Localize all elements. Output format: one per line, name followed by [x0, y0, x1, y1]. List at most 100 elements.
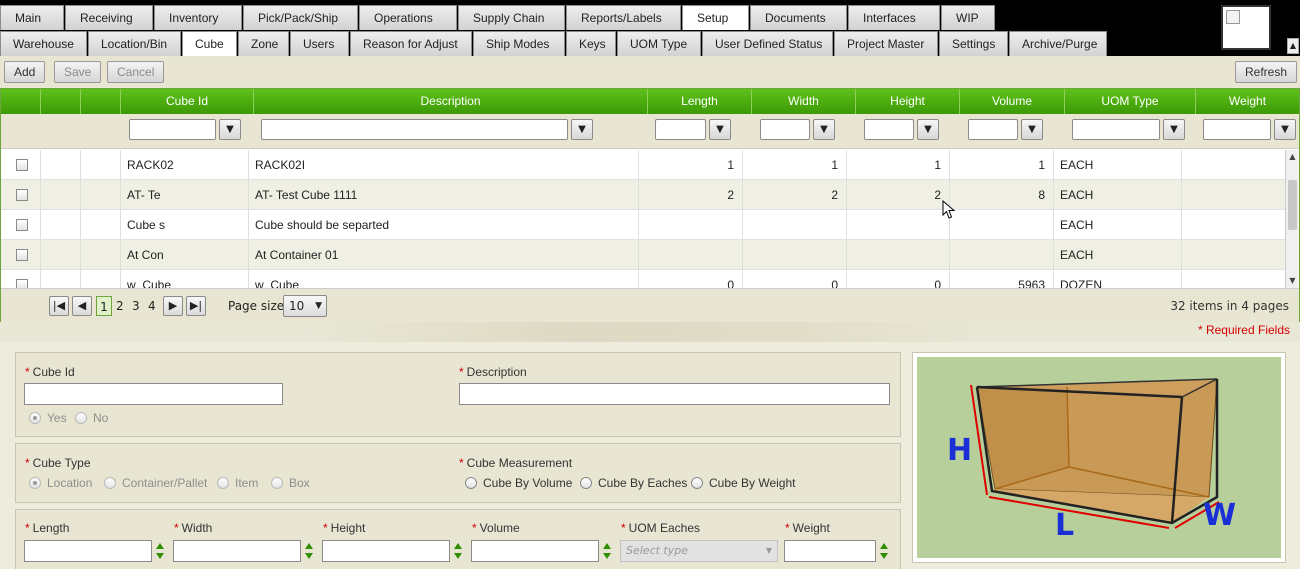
subtab-ship-modes[interactable]: Ship Modes: [473, 31, 565, 56]
filter-icon[interactable]: ▼: [571, 119, 593, 140]
table-row[interactable]: ✕ w_Cube w_Cube 0 0 0 5963 DOZEN: [1, 270, 1285, 288]
cube-type-item-radio[interactable]: Item: [217, 476, 258, 490]
length-stepper[interactable]: [155, 540, 165, 562]
tab-setup[interactable]: Setup: [682, 5, 749, 30]
table-row[interactable]: ✕ RACK02 RACK02I 1 1 1 1 EACH: [1, 150, 1285, 180]
cube-type-box-radio[interactable]: Box: [271, 476, 310, 490]
scroll-up-arrow-icon[interactable]: ▲: [1287, 38, 1299, 54]
save-button[interactable]: Save: [54, 61, 102, 83]
filter-icon[interactable]: ▼: [917, 119, 939, 140]
page-1-link[interactable]: 1: [96, 296, 112, 316]
cube-by-eaches-radio[interactable]: Cube By Eaches: [580, 476, 687, 490]
weight-stepper[interactable]: [879, 540, 889, 562]
tab-interfaces[interactable]: Interfaces: [848, 5, 940, 30]
tab-inventory[interactable]: Inventory: [154, 5, 242, 30]
next-page-icon[interactable]: ▶: [163, 296, 183, 316]
subtab-project-master[interactable]: Project Master: [834, 31, 938, 56]
volume-input[interactable]: [471, 540, 599, 562]
arrow-down-icon[interactable]: [305, 553, 313, 559]
header-width[interactable]: Width: [752, 89, 856, 114]
subtab-reason-for-adjust[interactable]: Reason for Adjust: [350, 31, 472, 56]
header-description[interactable]: Description: [254, 89, 648, 114]
tab-reports-labels[interactable]: Reports/Labels: [566, 5, 681, 30]
volume-filter-input[interactable]: [968, 119, 1018, 140]
row-checkbox[interactable]: [16, 159, 28, 171]
yes-radio[interactable]: Yes: [29, 411, 67, 425]
height-stepper[interactable]: [453, 540, 463, 562]
filter-icon[interactable]: ▼: [813, 119, 835, 140]
arrow-up-icon[interactable]: [305, 543, 313, 549]
header-height[interactable]: Height: [856, 89, 960, 114]
cube-type-location-radio[interactable]: Location: [29, 476, 92, 490]
length-filter-input[interactable]: [655, 119, 706, 140]
subtab-users[interactable]: Users: [290, 31, 349, 56]
weight-input[interactable]: [784, 540, 876, 562]
arrow-down-icon[interactable]: [603, 553, 611, 559]
width-filter-input[interactable]: [760, 119, 810, 140]
tab-receiving[interactable]: Receiving: [65, 5, 153, 30]
tab-wip[interactable]: WIP: [941, 5, 995, 30]
subtab-zone[interactable]: Zone: [238, 31, 289, 56]
cube-by-volume-radio[interactable]: Cube By Volume: [465, 476, 572, 490]
arrow-up-icon[interactable]: [454, 543, 462, 549]
filter-icon[interactable]: ▼: [1274, 119, 1296, 140]
filter-icon[interactable]: ▼: [1021, 119, 1043, 140]
subtab-user-defined-status[interactable]: User Defined Status: [702, 31, 833, 56]
cube-type-container-radio[interactable]: Container/Pallet: [104, 476, 207, 490]
length-input[interactable]: [24, 540, 152, 562]
arrow-up-icon[interactable]: [880, 543, 888, 549]
add-button[interactable]: Add: [4, 61, 46, 83]
cube-by-weight-radio[interactable]: Cube By Weight: [691, 476, 796, 490]
height-filter-input[interactable]: [864, 119, 914, 140]
height-input[interactable]: [322, 540, 450, 562]
row-checkbox[interactable]: [16, 249, 28, 261]
prev-page-icon[interactable]: ◀: [72, 296, 92, 316]
uom-type-filter-input[interactable]: [1072, 119, 1160, 140]
header-cube-id[interactable]: Cube Id: [121, 89, 254, 114]
no-radio[interactable]: No: [75, 411, 108, 425]
cancel-button[interactable]: Cancel: [107, 61, 165, 83]
scroll-thumb[interactable]: [1288, 180, 1297, 230]
arrow-down-icon[interactable]: [454, 553, 462, 559]
filter-icon[interactable]: ▼: [709, 119, 731, 140]
scroll-up-icon[interactable]: ▲: [1286, 150, 1299, 163]
page-4-link[interactable]: 4: [148, 296, 156, 316]
last-page-icon[interactable]: ▶|: [186, 296, 206, 316]
scroll-down-icon[interactable]: ▼: [1286, 274, 1299, 287]
weight-filter-input[interactable]: [1203, 119, 1271, 140]
table-row[interactable]: ✕ Cube s Cube should be separted EACH: [1, 210, 1285, 240]
width-input[interactable]: [173, 540, 301, 562]
arrow-up-icon[interactable]: [603, 543, 611, 549]
subtab-location-bin[interactable]: Location/Bin: [88, 31, 181, 56]
uom-eaches-select[interactable]: Select type ▼: [620, 540, 778, 562]
page-2-link[interactable]: 2: [116, 296, 124, 316]
header-volume[interactable]: Volume: [960, 89, 1065, 114]
header-length[interactable]: Length: [648, 89, 752, 114]
subtab-archive-purge[interactable]: Archive/Purge: [1009, 31, 1107, 56]
cube-id-filter-input[interactable]: [129, 119, 216, 140]
arrow-down-icon[interactable]: [156, 553, 164, 559]
grid-scrollbar[interactable]: ▲ ▼: [1285, 150, 1299, 288]
row-checkbox[interactable]: [16, 189, 28, 201]
page-3-link[interactable]: 3: [132, 296, 140, 316]
subtab-cube[interactable]: Cube: [182, 31, 237, 56]
first-page-icon[interactable]: |◀: [49, 296, 69, 316]
table-row[interactable]: ✕ AT- Te AT- Test Cube 1111 2 2 2 8 EACH: [1, 180, 1285, 210]
filter-icon[interactable]: ▼: [219, 119, 241, 140]
tab-supply-chain[interactable]: Supply Chain: [458, 5, 565, 30]
cube-id-input[interactable]: [24, 383, 283, 405]
subtab-settings[interactable]: Settings: [939, 31, 1008, 56]
subtab-warehouse[interactable]: Warehouse: [0, 31, 87, 56]
tab-documents[interactable]: Documents: [750, 5, 847, 30]
description-input[interactable]: [459, 383, 890, 405]
arrow-down-icon[interactable]: [880, 553, 888, 559]
subtab-keys[interactable]: Keys: [566, 31, 616, 56]
filter-icon[interactable]: ▼: [1163, 119, 1185, 140]
page-size-select[interactable]: 10 ▼: [283, 295, 327, 317]
arrow-up-icon[interactable]: [156, 543, 164, 549]
header-weight[interactable]: Weight: [1196, 89, 1299, 114]
row-checkbox[interactable]: [16, 279, 28, 288]
subtab-uom-type[interactable]: UOM Type: [617, 31, 701, 56]
tab-operations[interactable]: Operations: [359, 5, 457, 30]
refresh-button[interactable]: Refresh: [1235, 61, 1298, 83]
